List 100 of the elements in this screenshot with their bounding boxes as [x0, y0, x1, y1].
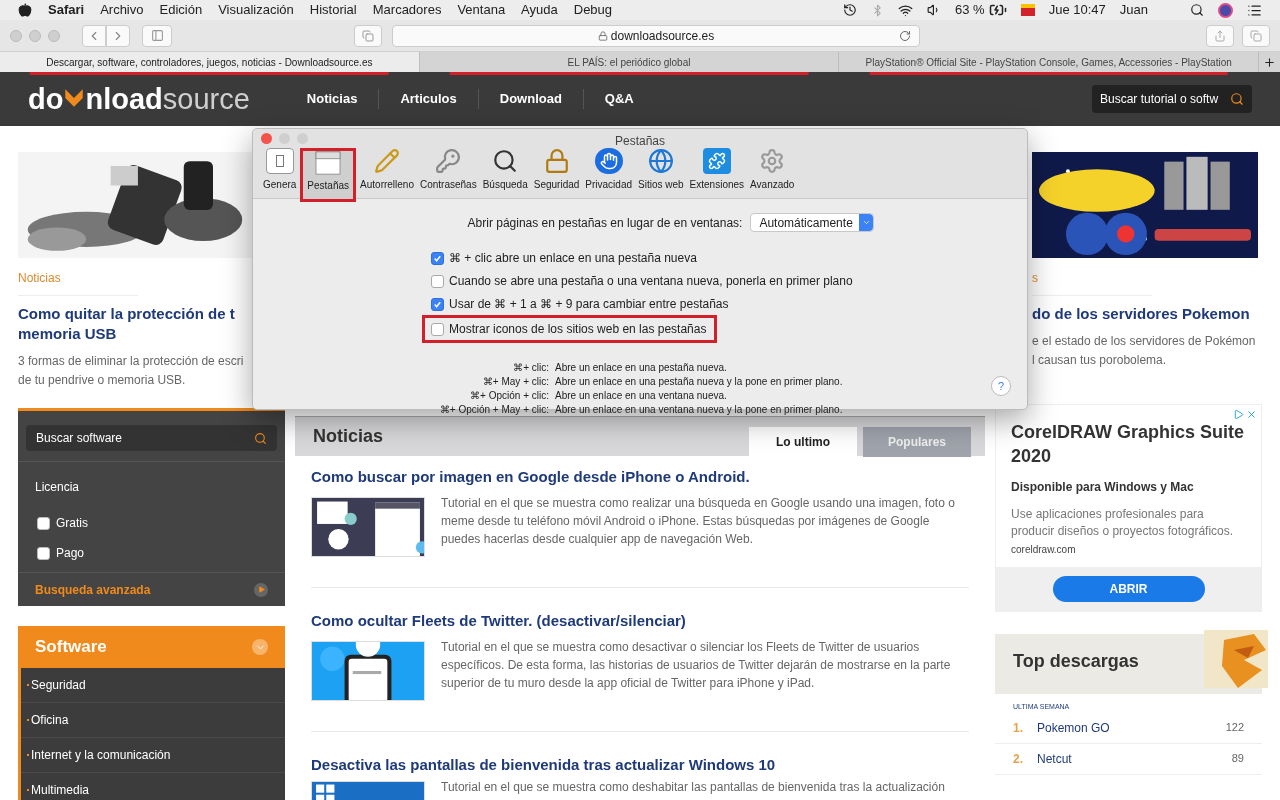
search-field[interactable]: Buscar software — [26, 425, 277, 451]
sidebar-icon — [150, 29, 164, 42]
preference-tab[interactable]: Avanzado — [748, 148, 797, 198]
close-icon[interactable] — [1246, 409, 1257, 420]
siri-icon[interactable] — [1218, 2, 1233, 18]
category-item[interactable]: Seguridad — [21, 668, 285, 703]
checkbox-label[interactable]: ⌘ + clic abre un enlace en una pestaña nueva — [449, 249, 697, 267]
preference-tab[interactable]: Sitios web — [636, 148, 686, 198]
menu-item[interactable]: Archivo — [100, 0, 144, 20]
checkbox[interactable] — [431, 251, 444, 265]
tab-overview-button[interactable] — [354, 24, 382, 47]
search-field[interactable]: Buscar tutorial o softw — [1092, 85, 1252, 113]
section-title: Noticias — [313, 425, 384, 448]
wifi-icon[interactable] — [898, 2, 914, 18]
dropdown[interactable]: Automáticamente — [750, 213, 875, 232]
battery-percentage: 63 % — [955, 1, 985, 20]
article-title[interactable]: do de los servidores Pokemon — [1032, 304, 1250, 324]
share-button[interactable] — [1206, 24, 1234, 47]
checkbox-label[interactable]: Cuando se abre una pestaña o una ventana nueva, ponerla en primer plano — [449, 272, 853, 290]
ad-subtitle: Disponible para Windows y Mac — [1011, 479, 1195, 496]
menu-item[interactable]: Marcadores — [372, 0, 442, 20]
article-title[interactable]: Como quitar la protección de t memoria USB — [18, 304, 235, 344]
search-icon[interactable] — [1190, 3, 1204, 17]
help-button[interactable]: ? — [991, 376, 1011, 396]
apple-icon[interactable] — [18, 3, 32, 17]
switch-icon — [265, 148, 294, 174]
key-icon — [434, 148, 463, 174]
shortcut-description: Abre un enlace en una pestaña nueva. — [555, 361, 727, 375]
menu-item[interactable]: Ventana — [457, 0, 506, 20]
preference-tab[interactable]: Genera — [261, 148, 299, 198]
ad-choices-icon[interactable] — [1233, 409, 1244, 420]
preference-tab[interactable]: Autorrelleno — [358, 148, 416, 198]
category-item[interactable]: Multimedia — [21, 773, 285, 800]
nav-link[interactable]: Articulos — [378, 89, 478, 109]
preference-tab[interactable]: Privacidad — [583, 148, 635, 198]
window-control[interactable] — [29, 29, 41, 42]
article-title[interactable]: Como ocultar Fleets de Twitter. (desactivar/silenciar) — [311, 610, 969, 633]
section-title: Top descargas — [1013, 650, 1139, 673]
caret-icon — [252, 639, 268, 655]
menu-item[interactable]: Edición — [159, 0, 203, 20]
preference-tab[interactable]: Extensiones — [687, 148, 747, 198]
checkbox-label[interactable]: Mostrar iconos de los sitios web en las pestañas — [449, 320, 707, 338]
checkbox-label[interactable]: Usar de ⌘ + 1 a ⌘ + 9 para cambiar entre pestañas — [449, 295, 729, 313]
menu-item[interactable]: Visualización — [218, 0, 294, 20]
address-field[interactable]: downloadsource.es — [392, 24, 920, 47]
ad-domain: coreldraw.com — [1011, 543, 1077, 557]
window-control[interactable] — [48, 29, 60, 42]
new-tab-icon[interactable] — [1263, 55, 1276, 69]
window-title: Pestañas — [615, 133, 665, 150]
checkbox[interactable] — [431, 322, 444, 336]
category-item[interactable]: Oficina — [21, 703, 285, 738]
checkbox[interactable] — [431, 297, 444, 311]
category-item[interactable]: Internet y la comunicación — [21, 738, 285, 773]
time-machine-icon[interactable] — [843, 3, 858, 17]
browser-tab[interactable]: Descargar, software, controladores, juegos, noticias - Downloadsource.es — [0, 52, 420, 72]
shortcut-keys: ⌘+ clic: — [429, 361, 549, 375]
preference-tab[interactable]: Búsqueda — [480, 148, 530, 198]
sidebar-button[interactable] — [142, 24, 172, 47]
share-icon — [1214, 29, 1226, 42]
nav-link[interactable]: Q&A — [582, 89, 655, 109]
tabs-button[interactable] — [1242, 24, 1270, 47]
ranking-row[interactable]: 1. Pokemon GO 122 — [995, 712, 1262, 744]
user-name[interactable]: Juan — [1119, 0, 1148, 20]
article-description: Tutorial en el que se muestra como deshabitar las pantallas de bienvenida tras la actualización — [441, 778, 945, 796]
open-button[interactable]: ABRIR — [1052, 576, 1205, 602]
checkbox[interactable] — [37, 516, 50, 530]
field-label: Abrir páginas en pestañas en lugar de en ventanas: — [467, 214, 743, 232]
window-control[interactable] — [10, 29, 22, 42]
preference-tab[interactable]: Pestañas — [300, 148, 357, 202]
article-title[interactable]: Como buscar por imagen en Google desde iPhone o Android. — [311, 466, 969, 489]
preference-tab[interactable]: Seguridad — [531, 148, 582, 198]
shortcut-keys: ⌘+ Opción + May + clic: — [429, 403, 549, 417]
flag-icon[interactable] — [1020, 4, 1035, 16]
close-button[interactable] — [261, 133, 272, 144]
list-icon[interactable] — [1247, 2, 1262, 18]
search-icon — [254, 431, 267, 445]
advanced-search-link[interactable]: Busqueda avanzada — [35, 580, 151, 599]
article-title[interactable]: Desactiva las pantallas de bienvenida tras actualizar Windows 10 — [311, 754, 969, 777]
shortcut-description: Abre un enlace en una ventana nueva. — [555, 389, 727, 403]
menu-item[interactable]: Debug — [573, 0, 613, 20]
ad-title: CorelDRAW Graphics Suite 2020 — [1011, 421, 1246, 468]
reload-icon[interactable] — [899, 29, 911, 42]
checkbox[interactable] — [431, 274, 444, 288]
menu-item[interactable]: Safari — [48, 0, 85, 20]
pencil-icon — [373, 148, 401, 174]
menu-item[interactable]: Ayuda — [521, 0, 558, 20]
site-logo[interactable]: do nloadsource — [28, 84, 250, 114]
puzzle-icon — [702, 148, 731, 174]
forward-button[interactable] — [106, 24, 130, 47]
menu-item[interactable]: Historial — [309, 0, 357, 20]
section-tab[interactable]: Lo ultimo — [749, 427, 857, 457]
nav-link[interactable]: Download — [477, 89, 583, 109]
checkbox-label[interactable]: Gratis — [56, 514, 88, 532]
checkbox-label[interactable]: Pago — [56, 544, 85, 562]
hand-icon — [594, 148, 623, 174]
ranking-row[interactable]: 2. Netcut 89 — [995, 743, 1262, 775]
preference-tab[interactable]: Contraseñas — [418, 148, 479, 198]
back-button[interactable] — [82, 24, 106, 47]
checkbox[interactable] — [37, 546, 50, 560]
nav-link[interactable]: Noticias — [285, 89, 379, 109]
